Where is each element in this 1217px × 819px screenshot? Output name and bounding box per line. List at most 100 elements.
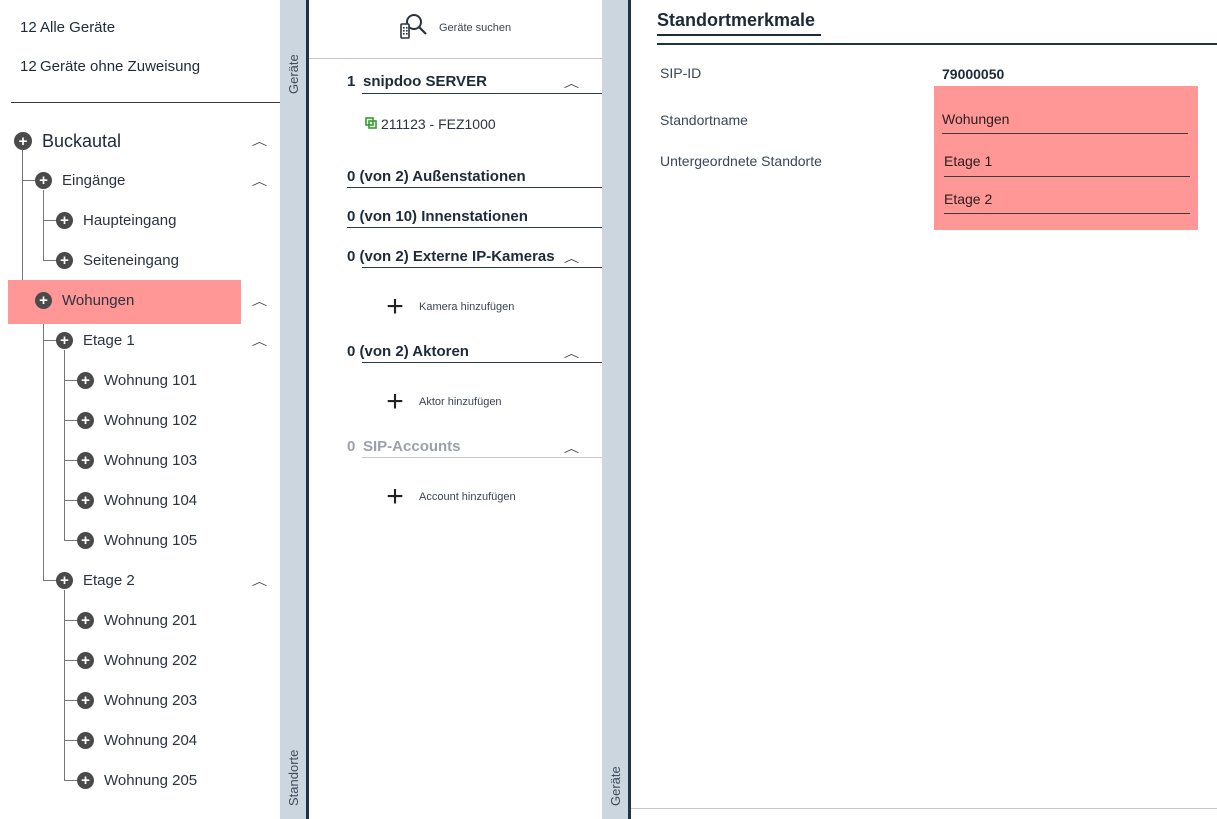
section-count: 0	[347, 208, 356, 225]
add-aktor-button[interactable]: + Aktor hinzufügen	[383, 387, 501, 417]
chevron-up-icon[interactable]: ︿	[252, 333, 267, 349]
tree-node-etage-2[interactable]: + Etage 2	[56, 560, 135, 600]
tree-node-wohnung-104[interactable]: + Wohnung 104	[77, 480, 197, 520]
plus-circle-icon[interactable]: +	[35, 171, 52, 189]
sidebar-label-geraete: Geräte	[286, 54, 301, 94]
plus-circle-icon[interactable]: +	[77, 731, 94, 749]
plus-circle-icon[interactable]: +	[77, 611, 94, 629]
section-label: snipdoo SERVER	[363, 73, 487, 90]
left-divider	[11, 102, 280, 103]
tree-node-buckautal[interactable]: + Buckautal	[14, 121, 121, 161]
tree-line	[64, 740, 78, 741]
plus-circle-icon[interactable]: +	[77, 491, 94, 509]
section-underline	[362, 267, 602, 268]
tree-node-wohnung-205[interactable]: + Wohnung 205	[77, 760, 197, 800]
tree-node-wohnung-203[interactable]: + Wohnung 203	[77, 680, 197, 720]
plus-circle-icon[interactable]: +	[77, 411, 94, 429]
sidebar-label-standorte: Standorte	[286, 749, 301, 806]
plus-circle-icon[interactable]: +	[77, 531, 94, 549]
chevron-up-icon[interactable]: ︿	[564, 75, 579, 91]
title-underline	[657, 34, 821, 36]
tree-line	[64, 420, 78, 421]
tree-line	[43, 580, 57, 581]
section-label: SIP-Accounts	[363, 438, 461, 455]
tree-node-label: Etage 1	[83, 331, 135, 349]
tree-node-label: Wohnung 101	[104, 371, 198, 389]
plus-icon: +	[386, 290, 404, 323]
device-item-fez1000[interactable]: 211123 - FEZ1000	[365, 116, 496, 132]
plus-circle-icon[interactable]: +	[77, 651, 94, 669]
tree-node-haupteingang[interactable]: + Haupteingang	[56, 200, 176, 240]
sub-location-item[interactable]: Etage 2	[944, 191, 992, 207]
tree-node-wohnung-204[interactable]: + Wohnung 204	[77, 720, 197, 760]
devices-sidebar-tab[interactable]: Geräte	[602, 0, 628, 819]
sub-locations-label: Untergeordnete Standorte	[660, 153, 822, 169]
plus-circle-icon[interactable]: +	[56, 331, 73, 349]
chevron-up-icon[interactable]: ︿	[564, 440, 579, 456]
chevron-up-icon[interactable]: ︿	[252, 293, 267, 309]
tree-line	[64, 780, 78, 781]
chevron-up-icon[interactable]: ︿	[252, 133, 267, 149]
tree-node-label: Wohungen	[62, 291, 135, 309]
section-underline	[362, 457, 602, 458]
tree-line	[64, 590, 65, 780]
add-account-button[interactable]: + Account hinzufügen	[383, 480, 515, 513]
section-innenstationen[interactable]: 0 (von 10) Innenstationen	[347, 208, 528, 225]
tree-node-etage-1[interactable]: + Etage 1	[56, 320, 135, 360]
plus-circle-icon[interactable]: +	[56, 251, 73, 269]
plus-circle-icon[interactable]: +	[14, 132, 32, 150]
add-camera-button[interactable]: + Kamera hinzufügen	[383, 292, 514, 322]
tree-node-label: Etage 2	[83, 571, 135, 589]
location-name-field[interactable]: Wohungen	[942, 111, 1009, 127]
section-count: 0	[347, 248, 356, 265]
tree-node-seiteneingang[interactable]: + Seiteneingang	[56, 240, 179, 280]
tree-line	[64, 380, 78, 381]
tree-node-wohnung-103[interactable]: + Wohnung 103	[77, 440, 197, 480]
plus-circle-icon[interactable]: +	[35, 291, 52, 309]
tree-line	[43, 310, 44, 580]
tree-node-wohnung-101[interactable]: + Wohnung 101	[77, 360, 197, 400]
all-devices-row[interactable]: 12 Alle Geräte	[20, 19, 115, 36]
plus-circle-icon[interactable]: +	[77, 451, 94, 469]
section-label: (von 10) Innenstationen	[359, 208, 528, 225]
plus-circle-icon[interactable]: +	[56, 211, 73, 229]
section-sip-accounts[interactable]: 0 SIP-Accounts	[347, 438, 461, 455]
plus-circle-icon[interactable]: +	[77, 771, 94, 789]
plus-circle-icon[interactable]: +	[77, 691, 94, 709]
device-item-label: 211123 - FEZ1000	[381, 116, 496, 132]
section-label: (von 2) Außenstationen	[359, 168, 526, 185]
field-underline	[942, 133, 1188, 134]
tree-node-wohnung-202[interactable]: + Wohnung 202	[77, 640, 197, 680]
sub-location-item[interactable]: Etage 1	[944, 153, 992, 169]
tree-node-label: Wohnung 104	[104, 491, 198, 509]
divider	[309, 58, 602, 59]
chevron-up-icon[interactable]: ︿	[252, 173, 267, 189]
section-underline	[347, 187, 602, 188]
chevron-up-icon[interactable]: ︿	[564, 250, 579, 266]
tree-node-wohnung-102[interactable]: + Wohnung 102	[77, 400, 197, 440]
chevron-up-icon[interactable]: ︿	[564, 345, 579, 361]
tree-node-wohungen[interactable]: + Wohungen	[35, 280, 134, 320]
tree-node-wohnung-201[interactable]: + Wohnung 201	[77, 600, 197, 640]
section-aktoren[interactable]: 0 (von 2) Aktoren	[347, 343, 469, 360]
section-server[interactable]: 1 snipdoo SERVER	[347, 73, 487, 90]
tree-line	[64, 660, 78, 661]
plus-circle-icon[interactable]: +	[56, 571, 73, 589]
locations-sidebar-tab[interactable]: Geräte Standorte	[280, 0, 306, 819]
header-divider	[657, 43, 1217, 45]
sip-id-label: SIP-ID	[660, 65, 702, 81]
tree-node-label: Seiteneingang	[83, 251, 179, 269]
chevron-up-icon[interactable]: ︿	[252, 573, 267, 589]
field-underline	[944, 176, 1190, 177]
plus-icon: +	[386, 480, 404, 513]
tree-node-wohnung-105[interactable]: + Wohnung 105	[77, 520, 197, 560]
section-ip-kameras[interactable]: 0 (von 2) Externe IP-Kameras	[347, 248, 555, 265]
tree-node-label: Wohnung 203	[104, 691, 198, 709]
section-aussenstationen[interactable]: 0 (von 2) Außenstationen	[347, 168, 526, 185]
plus-circle-icon[interactable]: +	[77, 371, 94, 389]
page-title: Standortmerkmale	[657, 10, 816, 30]
tree-node-label: Haupteingang	[83, 211, 177, 229]
device-search-button[interactable]: Geräte suchen	[397, 10, 511, 45]
unassigned-devices-row[interactable]: 12 Geräte ohne Zuweisung	[20, 58, 200, 75]
tree-node-eingaenge[interactable]: + Eingänge	[35, 160, 125, 200]
